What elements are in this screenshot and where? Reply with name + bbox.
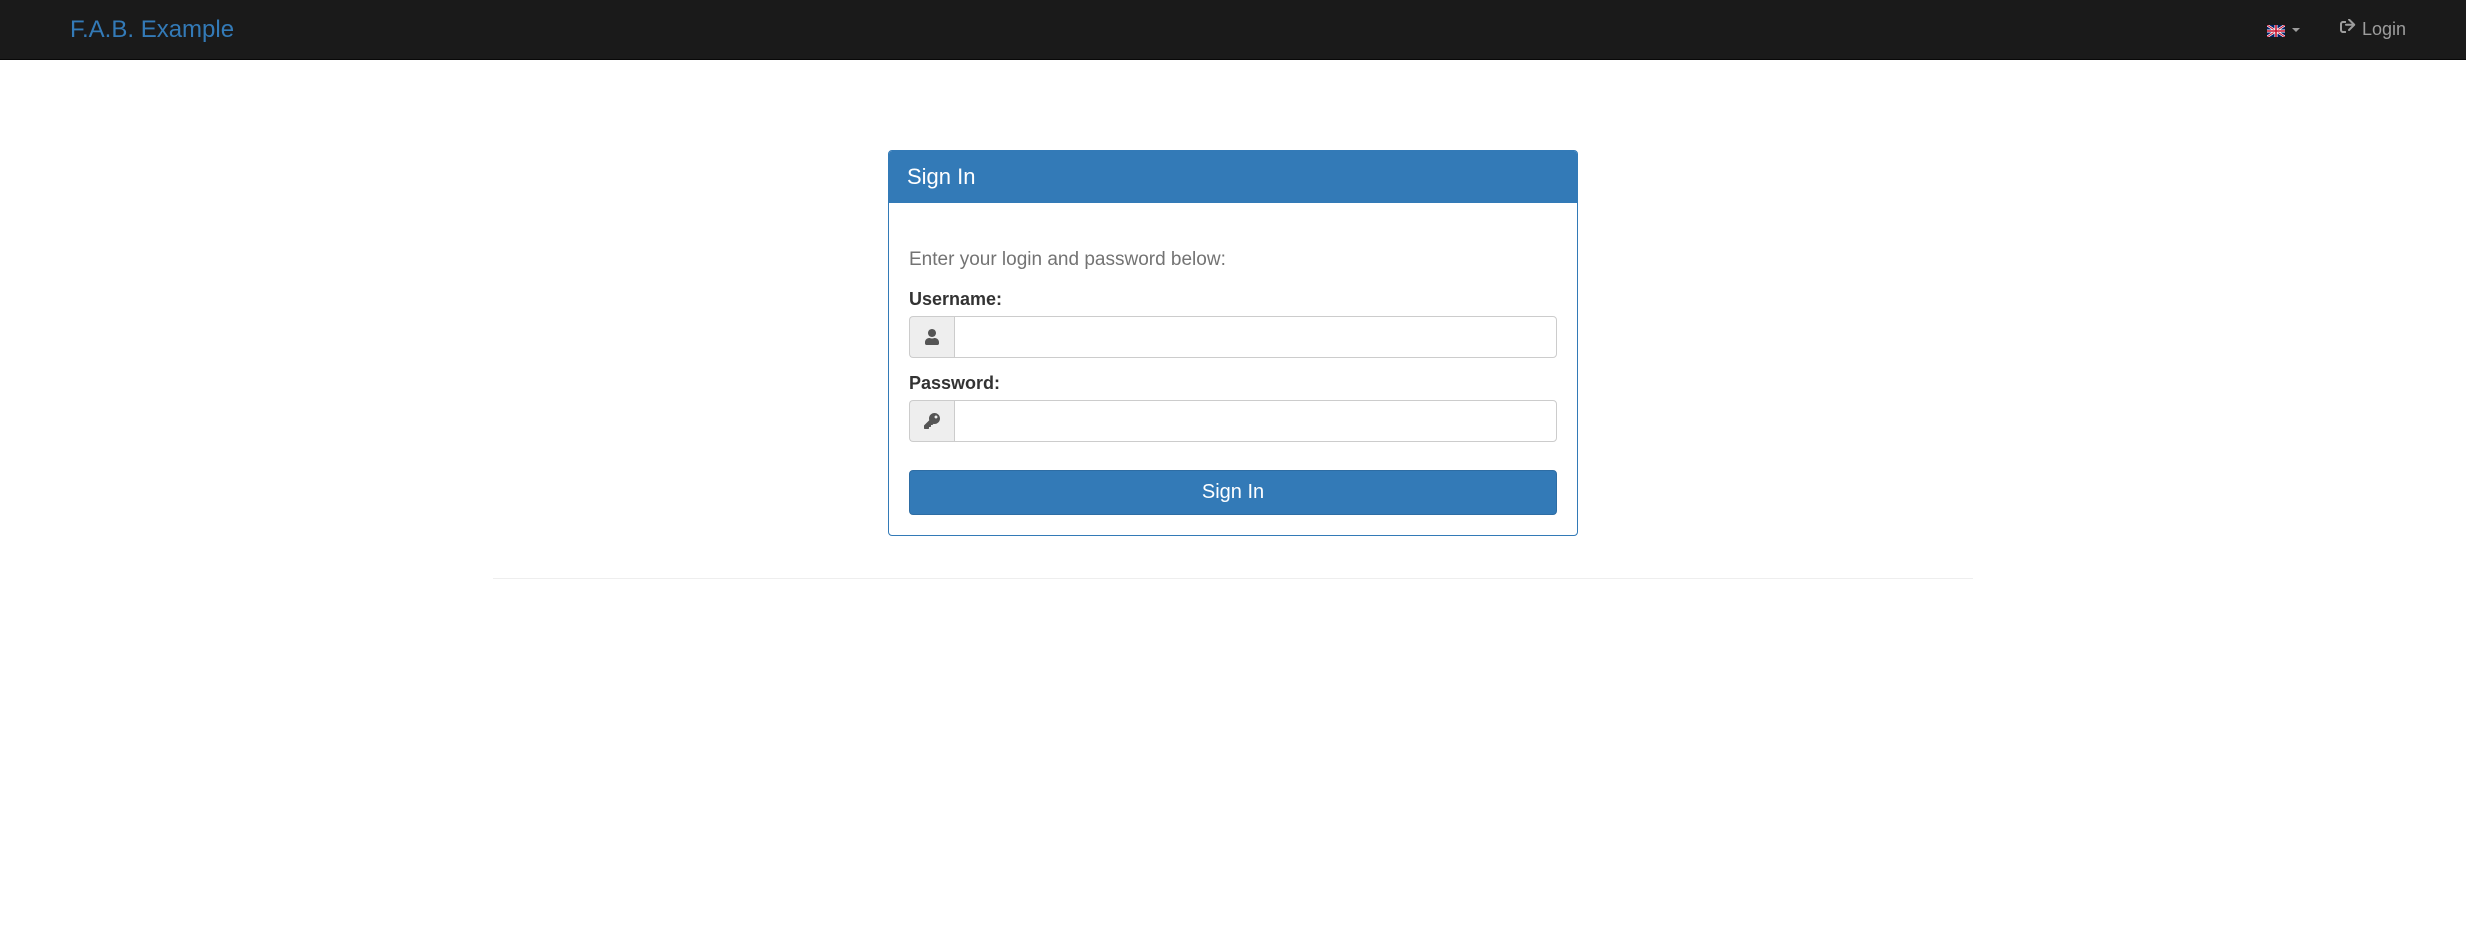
caret-down-icon: [2292, 28, 2300, 32]
login-label: Login: [2362, 19, 2406, 40]
language-dropdown[interactable]: [2257, 9, 2310, 51]
flag-uk-icon: [2267, 24, 2285, 36]
login-link[interactable]: Login: [2330, 4, 2416, 55]
username-input[interactable]: [954, 316, 1557, 358]
navbar-right: Login: [2257, 4, 2446, 55]
password-label: Password:: [909, 373, 1557, 394]
password-input[interactable]: [954, 400, 1557, 442]
panel-title: Sign In: [889, 151, 1577, 203]
username-input-group: [909, 316, 1557, 358]
username-label: Username:: [909, 289, 1557, 310]
password-group: Password:: [909, 373, 1557, 442]
username-group: Username:: [909, 289, 1557, 358]
panel-wrapper: Sign In Enter your login and password be…: [508, 150, 1958, 536]
brand-link[interactable]: F.A.B. Example: [30, 1, 249, 59]
signin-panel: Sign In Enter your login and password be…: [888, 150, 1578, 536]
signin-button[interactable]: Sign In: [909, 470, 1557, 515]
key-icon: [909, 400, 954, 442]
user-icon: [909, 316, 954, 358]
password-input-group: [909, 400, 1557, 442]
signin-icon: [2340, 19, 2356, 40]
main-container: Sign In Enter your login and password be…: [493, 150, 1973, 536]
help-text: Enter your login and password below:: [909, 249, 1557, 271]
navbar: F.A.B. Example Login: [0, 0, 2466, 60]
footer-divider: [493, 578, 1973, 579]
panel-body: Enter your login and password below: Use…: [889, 203, 1577, 535]
